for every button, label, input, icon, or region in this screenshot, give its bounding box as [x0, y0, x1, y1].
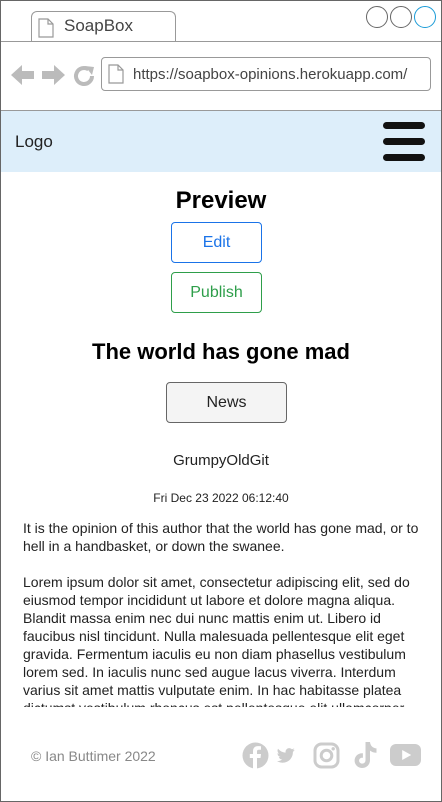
youtube-icon[interactable]: [390, 744, 421, 766]
tiktok-icon[interactable]: [353, 741, 378, 769]
title-bar: SoapBox: [1, 1, 441, 42]
url-bar[interactable]: https://soapbox-opinions.herokuapp.com/: [101, 57, 431, 91]
page-title: Preview: [175, 187, 267, 214]
page-icon: [108, 64, 124, 84]
hamburger-menu-icon[interactable]: [383, 120, 425, 164]
edit-button[interactable]: Edit: [171, 222, 262, 263]
category-button[interactable]: News: [166, 382, 287, 423]
url-text: https://soapbox-opinions.herokuapp.com/: [133, 66, 408, 83]
author-name: GrumpyOldGit: [173, 452, 269, 469]
post-timestamp: Fri Dec 23 2022 06:12:40: [153, 491, 289, 505]
post-title: The world has gone mad: [92, 339, 350, 364]
maximize-button[interactable]: [390, 6, 412, 28]
forward-arrow-icon[interactable]: [41, 64, 65, 86]
app-header: Logo: [1, 111, 441, 172]
post-paragraph: It is the opinion of this author that th…: [23, 520, 419, 554]
navigation-bar: https://soapbox-opinions.herokuapp.com/: [1, 42, 441, 111]
facebook-icon[interactable]: [242, 742, 269, 769]
post-paragraph: Lorem ipsum dolor sit amet, consectetur …: [23, 574, 410, 707]
browser-window: SoapBox https://soapbox-opinions.herokua…: [0, 0, 442, 802]
main-content: Preview Edit Publish The world has gone …: [1, 172, 441, 707]
post-body: It is the opinion of this author that th…: [23, 519, 423, 707]
twitter-icon[interactable]: [277, 748, 295, 763]
publish-button[interactable]: Publish: [171, 272, 262, 313]
browser-tab[interactable]: SoapBox: [31, 11, 176, 41]
close-button[interactable]: [414, 6, 436, 28]
back-arrow-icon[interactable]: [11, 64, 35, 86]
tab-title: SoapBox: [64, 16, 133, 35]
instagram-icon[interactable]: [313, 742, 340, 769]
minimize-button[interactable]: [366, 6, 388, 28]
page-icon: [38, 18, 54, 38]
logo[interactable]: Logo: [15, 132, 53, 152]
copyright-text: © Ian Buttimer 2022: [31, 748, 156, 764]
footer: © Ian Buttimer 2022: [1, 707, 441, 801]
refresh-icon[interactable]: [72, 64, 96, 88]
